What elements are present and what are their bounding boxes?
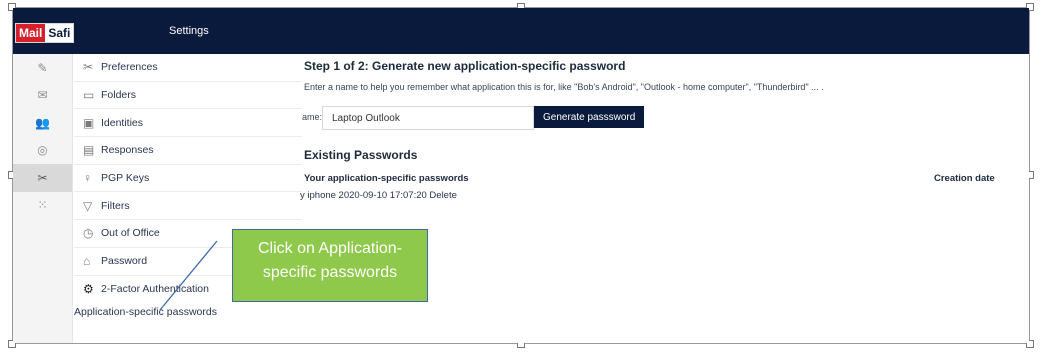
callout-box: Click on Application-specific passwords (232, 229, 428, 302)
callout-pointer-line (159, 240, 218, 311)
callout-text: Click on Application-specific passwords (257, 240, 403, 281)
